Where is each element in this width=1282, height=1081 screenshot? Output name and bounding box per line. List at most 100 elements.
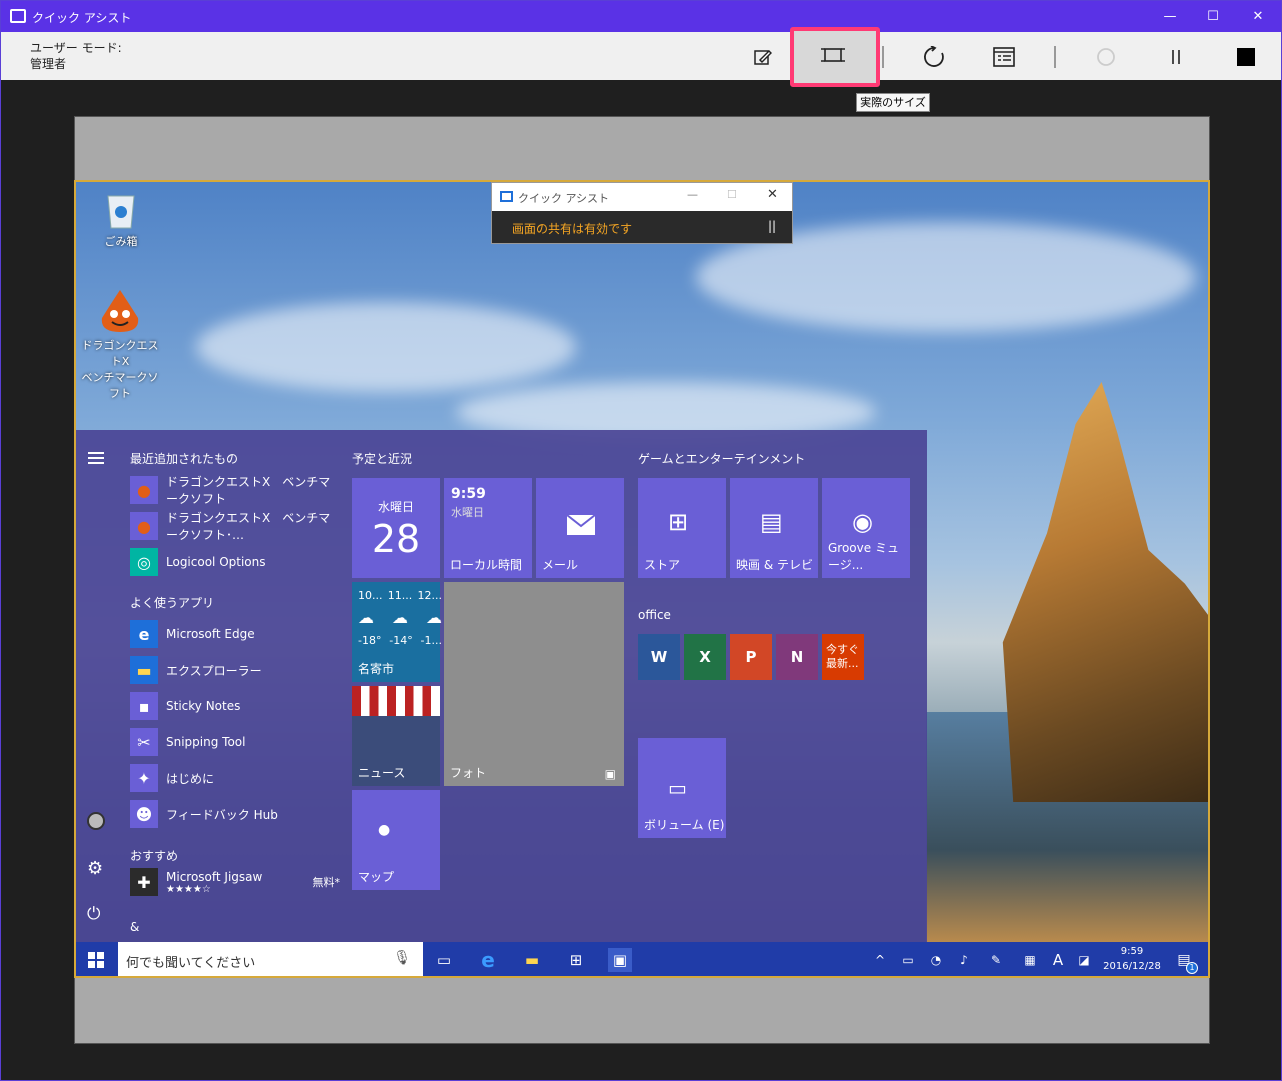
explorer-taskbar-icon[interactable]: ▬ <box>520 948 544 972</box>
windows-logo-icon <box>88 952 104 968</box>
restart-button[interactable] <box>917 40 951 74</box>
app-snipping-tool[interactable]: ✂ Snipping Tool <box>130 726 340 758</box>
edge-taskbar-icon[interactable]: e <box>476 948 500 972</box>
slime-icon: ● <box>130 476 158 504</box>
battery-icon[interactable]: ▭ <box>896 948 920 972</box>
mini-pause-button[interactable]: || <box>768 219 776 233</box>
actual-size-button[interactable] <box>790 27 880 87</box>
photo-icon: ▣ <box>604 767 616 781</box>
tile-label: 映画 & テレビ <box>736 558 813 572</box>
weather-city: 名寄市 <box>358 662 395 676</box>
mini-title-bar: クイック アシスト — ☐ ✕ <box>492 183 792 211</box>
tile-get-office[interactable]: 今すぐ 最新... <box>822 634 864 680</box>
tray-chevron-icon[interactable]: ^ <box>868 948 892 972</box>
feedback-icon: ☻ <box>130 800 158 828</box>
app-label: Microsoft Jigsaw <box>166 869 263 884</box>
app-label: ドラゴンクエストⅩ ベンチマークソフト･… <box>166 511 331 542</box>
mini-maximize-button[interactable]: ☐ <box>727 188 737 201</box>
calendar-date: 28 <box>371 517 421 561</box>
taskbar-time: 9:59 <box>1120 946 1144 957</box>
tile-label: フォト <box>450 766 487 780</box>
title-bar: クイック アシスト — ☐ ✕ <box>1 1 1281 32</box>
network-icon[interactable]: ◔ <box>924 948 948 972</box>
keyboard-icon[interactable]: ▦ <box>1018 948 1042 972</box>
user-avatar-icon[interactable] <box>87 812 105 830</box>
pause-button[interactable] <box>1159 40 1193 74</box>
onenote-icon[interactable]: N <box>776 634 818 680</box>
tile-label: ストア <box>644 558 681 572</box>
window-title: クイック アシスト <box>32 11 132 25</box>
tile-photos[interactable]: フォト ▣ <box>444 582 624 786</box>
desktop-icon-label: ベンチマークソフト <box>81 371 159 400</box>
mini-title: クイック アシスト <box>518 192 610 205</box>
toolbar: ユーザー モード: 管理者 <box>1 27 1281 87</box>
clock-day: 水曜日 <box>451 506 484 519</box>
tile-movies[interactable]: ▤ 映画 & テレビ <box>730 478 818 578</box>
tile-maps[interactable]: ● マップ <box>352 790 440 890</box>
cloud-icon: ☁ ☁ ☁ <box>358 608 442 627</box>
mini-close-button[interactable]: ✕ <box>767 187 778 202</box>
stop-button[interactable] <box>1229 40 1263 74</box>
app-dq-benchmark[interactable]: ● ドラゴンクエストⅩ ベンチマークソフト <box>130 474 340 506</box>
tile-clock[interactable]: 9:59 水曜日 ローカル時間 <box>444 478 532 578</box>
microphone-icon[interactable]: 🎙 <box>393 950 411 966</box>
tile-news[interactable]: ニュース <box>352 686 440 786</box>
volume-icon[interactable]: ♪ <box>952 948 976 972</box>
desktop-icon-dragon-quest[interactable]: ドラゴンクエストⅩ ベンチマークソフト <box>78 288 162 401</box>
weather-temp: -14° <box>389 634 413 647</box>
desktop-icon-label: ごみ箱 <box>104 235 138 248</box>
tile-volume[interactable]: ▭ ボリューム (E) <box>638 738 726 838</box>
recycle-bin-icon <box>107 195 135 229</box>
task-view-icon[interactable]: ▭ <box>432 948 456 972</box>
lightbulb-icon: ✦ <box>130 764 158 792</box>
start-button[interactable] <box>84 948 108 972</box>
mini-minimize-button[interactable]: — <box>687 188 698 201</box>
settings-gear-icon[interactable]: ⚙ <box>87 858 103 879</box>
tile-mail[interactable]: メール <box>536 478 624 578</box>
ime-pad-icon[interactable]: ◪ <box>1072 948 1096 972</box>
close-button[interactable]: ✕ <box>1243 7 1273 27</box>
store-taskbar-icon[interactable]: ⊞ <box>564 948 588 972</box>
price-label: 無料* <box>312 876 341 889</box>
reconnect-button[interactable] <box>1089 40 1123 74</box>
app-label: Sticky Notes <box>166 699 241 713</box>
annotate-button[interactable] <box>746 40 780 74</box>
maximize-button[interactable]: ☐ <box>1198 7 1228 27</box>
weather-temp: -18° <box>358 634 382 647</box>
groove-icon: ◉ <box>852 508 873 536</box>
notification-badge: 1 <box>1186 962 1198 974</box>
toolbar-separator <box>882 46 884 68</box>
app-feedback-hub[interactable]: ☻ フィードバック Hub <box>130 798 340 830</box>
app-edge[interactable]: e Microsoft Edge <box>130 618 340 650</box>
hamburger-icon[interactable] <box>88 452 104 464</box>
app-explorer[interactable]: ▬ エクスプローラー <box>130 654 340 686</box>
power-icon[interactable]: ⏻ <box>87 904 100 924</box>
app-dq-benchmark-2[interactable]: ● ドラゴンクエストⅩ ベンチマークソフト･… <box>130 510 340 542</box>
app-label: Microsoft Edge <box>166 627 255 641</box>
quick-assist-taskbar-icon[interactable]: ▣ <box>608 948 632 972</box>
remote-desktop[interactable]: ごみ箱 ドラゴンクエストⅩ ベンチマークソフト クイック アシスト — ☐ ✕ … <box>74 180 1210 978</box>
app-label: ドラゴンクエストⅩ ベンチマークソフト <box>166 475 331 506</box>
app-logicool-options[interactable]: ◎ Logicool Options <box>130 546 340 578</box>
tile-store[interactable]: ⊞ ストア <box>638 478 726 578</box>
task-manager-button[interactable] <box>987 40 1021 74</box>
desktop-icon-recycle-bin[interactable]: ごみ箱 <box>96 190 146 249</box>
powerpoint-icon[interactable]: P <box>730 634 772 680</box>
app-get-started[interactable]: ✦ はじめに <box>130 762 340 794</box>
minimize-button[interactable]: — <box>1155 7 1185 27</box>
ime-mode[interactable]: A <box>1046 948 1070 972</box>
tile-groove[interactable]: ◉ Groove ミュージ... <box>822 478 910 578</box>
excel-icon[interactable]: X <box>684 634 726 680</box>
app-microsoft-jigsaw[interactable]: ✚ Microsoft Jigsaw ★★★★☆ 無料* <box>130 866 340 898</box>
action-center-icon[interactable]: ▤ 1 <box>1172 948 1198 974</box>
tile-calendar[interactable]: 水曜日 28 <box>352 478 440 578</box>
taskbar-search-box[interactable]: 何でも聞いてください 🎙 <box>118 942 423 976</box>
clapperboard-icon: ▤ <box>760 508 783 536</box>
pen-workspace-icon[interactable]: ✎ <box>984 948 1008 972</box>
tile-weather[interactable]: 10... 11... 12... ☁ ☁ ☁ -18° -14° -1... 名寄… <box>352 582 442 682</box>
taskbar-clock[interactable]: 9:59 2016/12/28 <box>1102 946 1162 972</box>
edge-icon: e <box>130 620 158 648</box>
group-title-office: office <box>638 608 671 622</box>
app-sticky-notes[interactable]: ▪ Sticky Notes <box>130 690 340 722</box>
word-icon[interactable]: W <box>638 634 680 680</box>
